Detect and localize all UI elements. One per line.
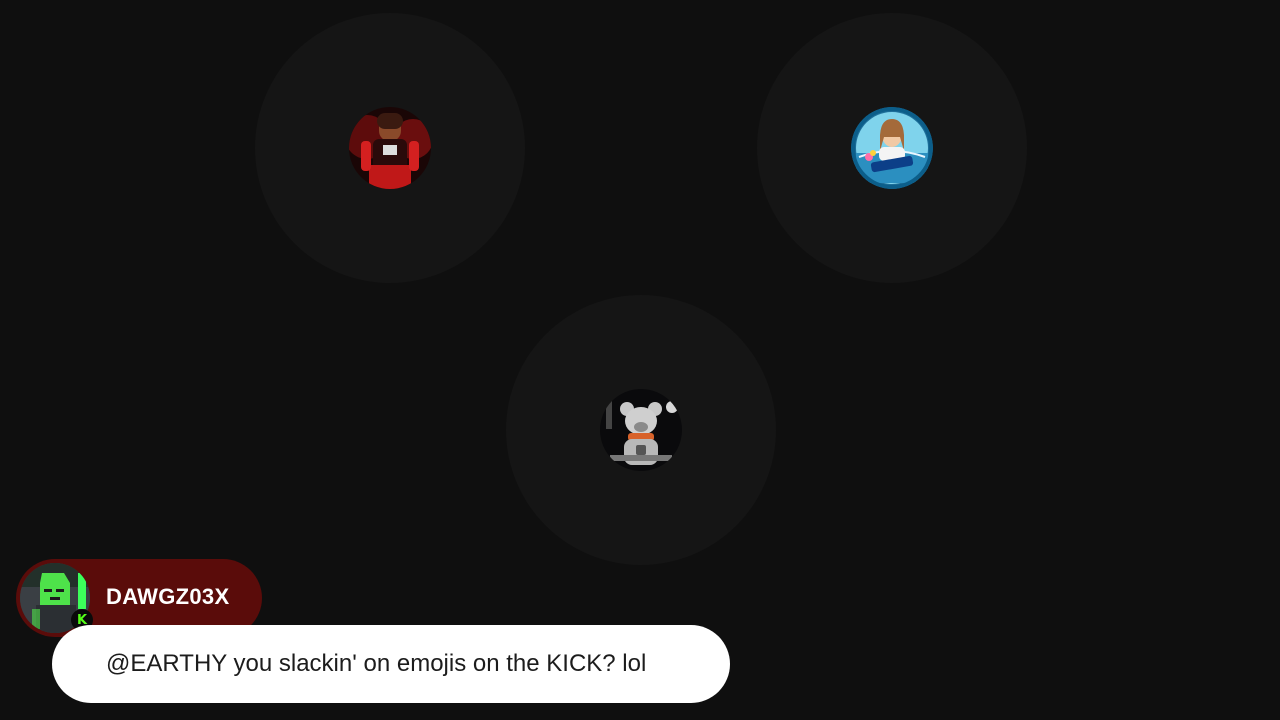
participant-avatar-space-bear-icon [600,389,682,471]
speaker-tile-3 [506,295,776,565]
chat-message-text: @EARTHY you slackin' on emojis on the KI… [106,650,647,677]
stream-overlay-stage: K DAWGZ03X @EARTHY you slackin' on emoji… [0,0,1280,720]
speaker-tile-1 [255,13,525,283]
participant-avatar-red-character-icon [349,107,431,189]
chat-username: DAWGZ03X [106,584,230,609]
speaker-tile-2 [757,13,1027,283]
participant-avatar-nonsense-badge-icon [851,107,933,189]
